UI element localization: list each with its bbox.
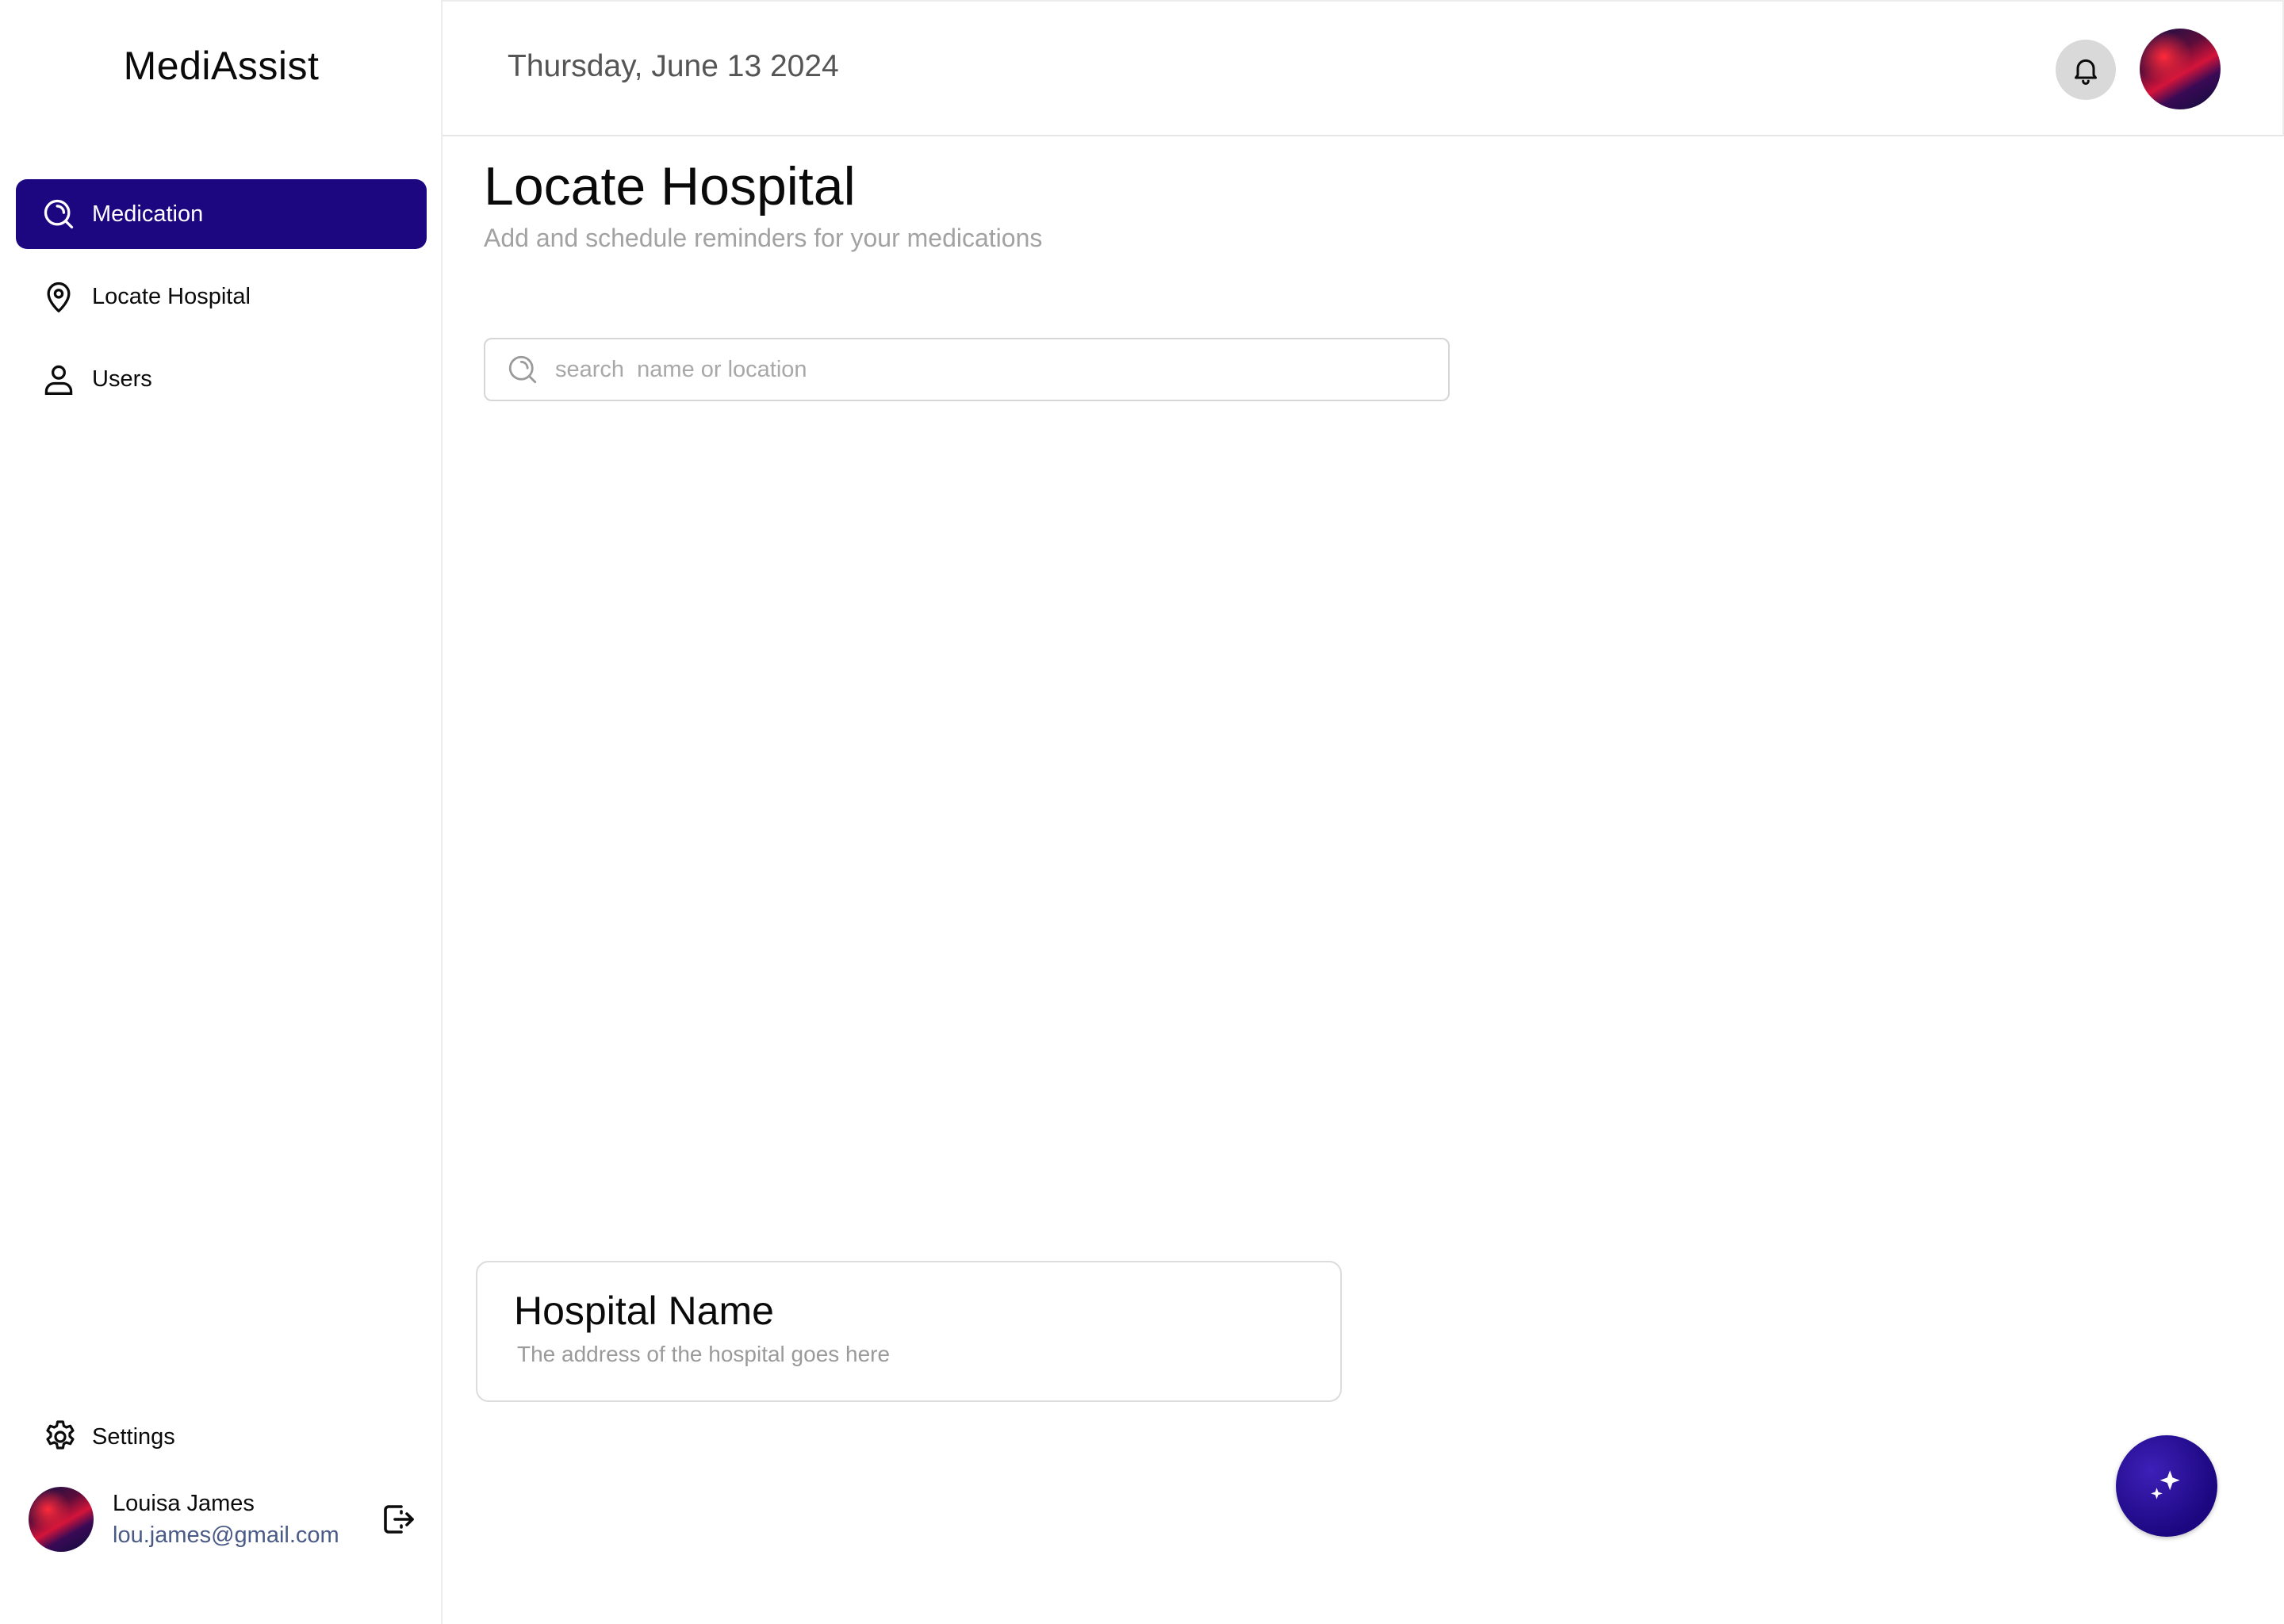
search-input[interactable] — [554, 355, 1426, 384]
sidebar-nav: Medication Locate Hospital Users — [16, 179, 427, 427]
location-pin-icon — [41, 279, 76, 314]
sidebar-item-users[interactable]: Users — [16, 344, 427, 414]
page-title: Locate Hospital — [484, 156, 856, 216]
hospital-card[interactable]: Hospital Name The address of the hospita… — [476, 1261, 1342, 1402]
app-brand: MediAssist — [123, 44, 320, 88]
gear-icon — [46, 1420, 75, 1450]
settings-label: Settings — [92, 1423, 175, 1450]
page-subtitle: Add and schedule reminders for your medi… — [484, 224, 1043, 252]
notifications-button[interactable] — [2056, 40, 2116, 100]
sidebar-item-label: Medication — [92, 201, 204, 227]
hospital-address: The address of the hospital goes here — [517, 1342, 891, 1366]
search-icon — [508, 355, 537, 384]
sidebar-item-label: Users — [92, 366, 152, 392]
logout-icon[interactable] — [379, 1500, 417, 1538]
sidebar-item-locate-hospital[interactable]: Locate Hospital — [16, 262, 427, 331]
hospital-name: Hospital Name — [514, 1289, 774, 1333]
avatar[interactable] — [29, 1487, 94, 1552]
search-icon — [41, 197, 76, 232]
user-profile-card: Louisa James lou.james@gmail.com — [29, 1486, 417, 1553]
search-bar — [484, 338, 1450, 401]
bell-icon — [2075, 59, 2097, 85]
user-name: Louisa James — [113, 1491, 255, 1516]
sidebar: MediAssist Medication Locate Hospital Us… — [0, 0, 443, 1624]
sparkle-icon — [2151, 1470, 2180, 1500]
settings-link[interactable]: Settings — [41, 1418, 175, 1456]
user-email: lou.james@gmail.com — [113, 1522, 339, 1548]
sidebar-item-medication[interactable]: Medication — [16, 179, 427, 249]
sidebar-item-label: Locate Hospital — [92, 283, 251, 309]
user-info: Louisa James lou.james@gmail.com — [113, 1488, 379, 1551]
current-date: Thursday, June 13 2024 — [508, 49, 839, 83]
top-header: Thursday, June 13 2024 — [443, 0, 2284, 136]
header-avatar[interactable] — [2140, 29, 2221, 109]
ai-assistant-button[interactable] — [2116, 1435, 2217, 1537]
user-icon — [41, 362, 76, 396]
